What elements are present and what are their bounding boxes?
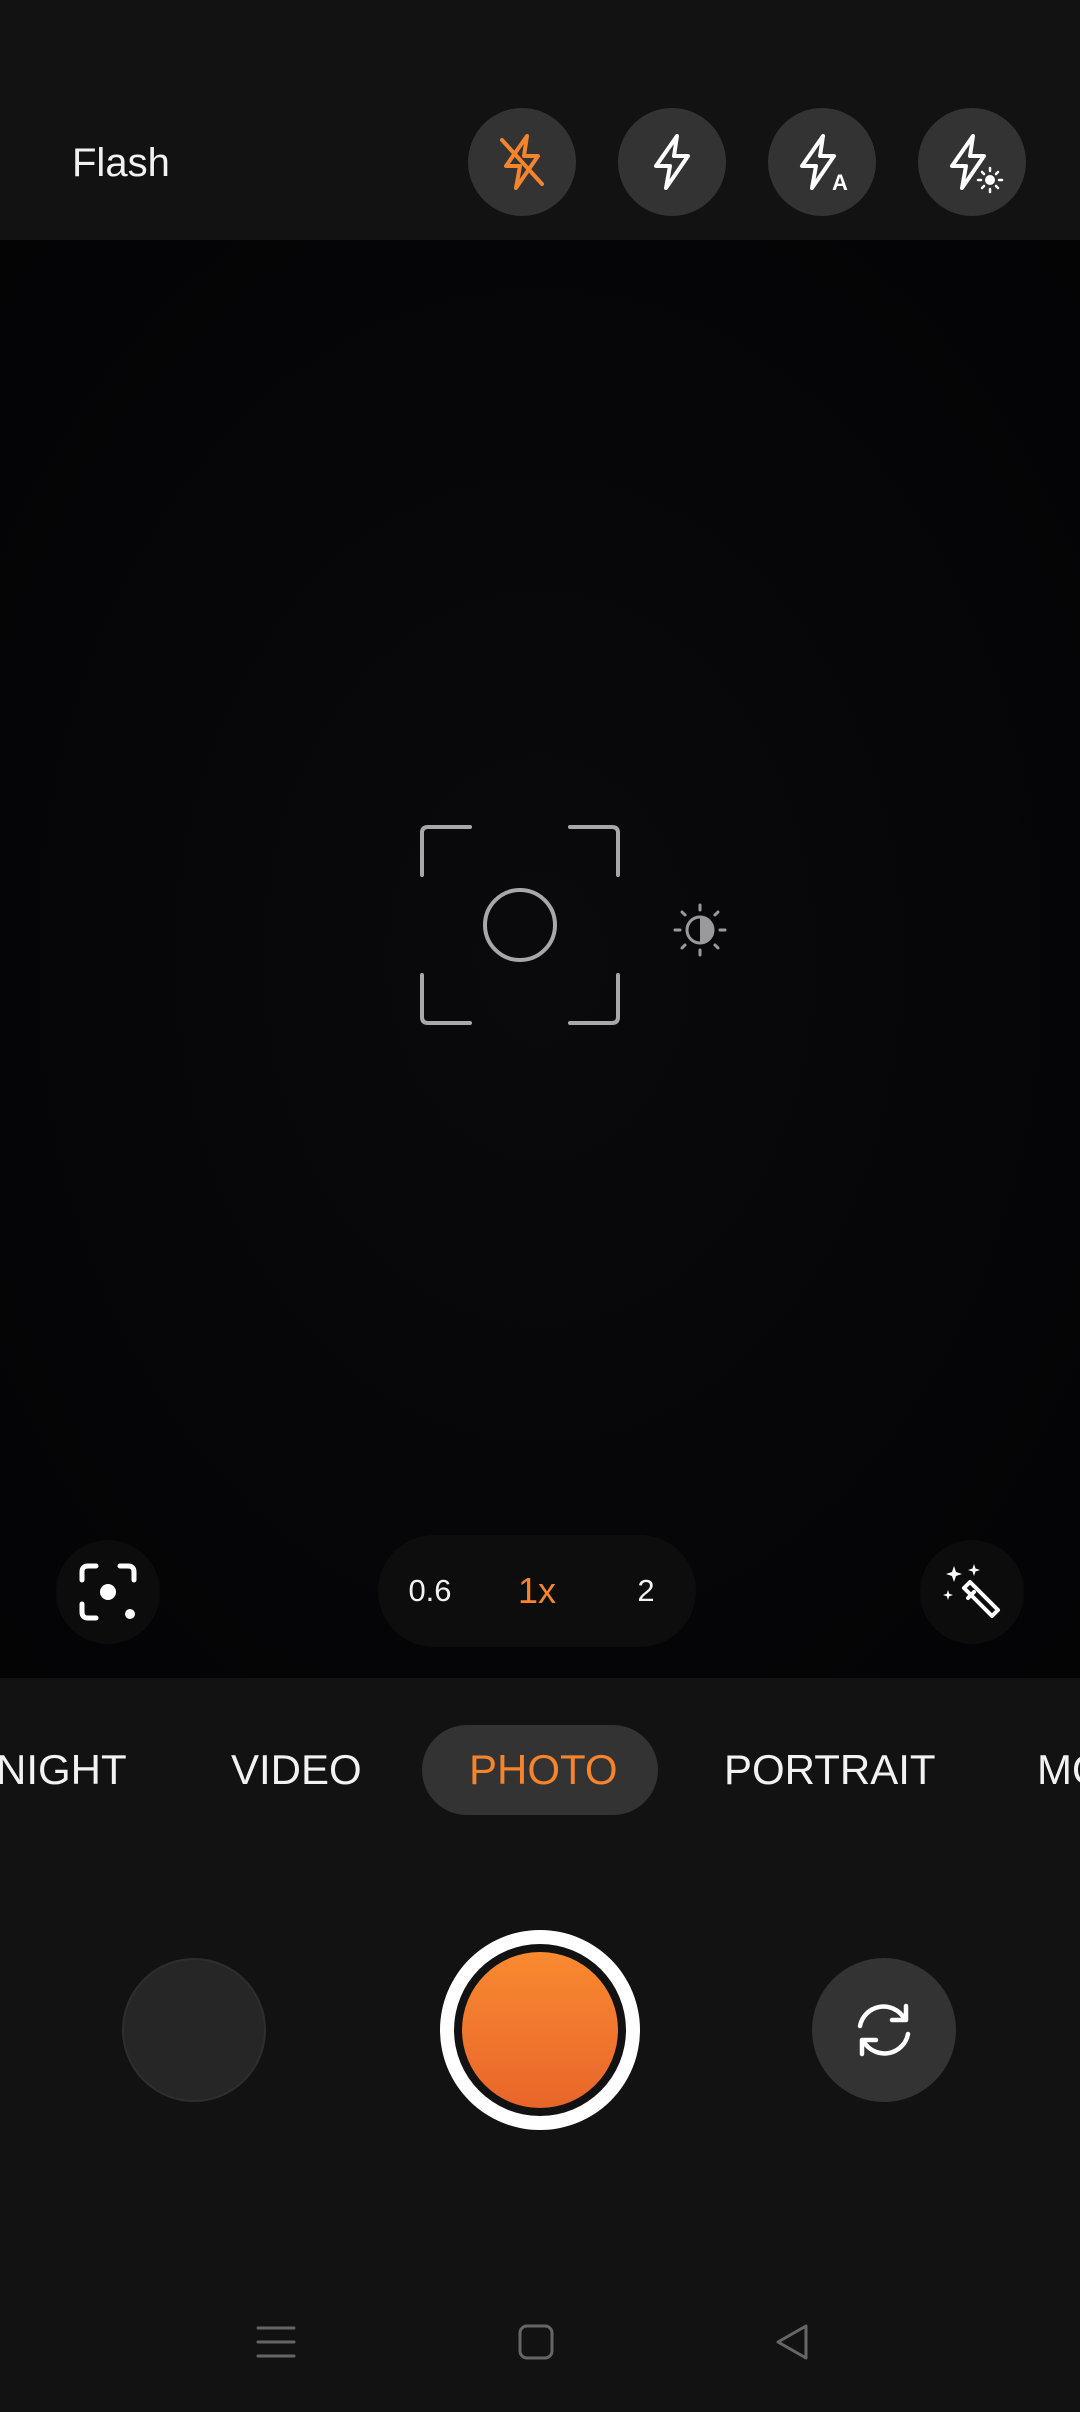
mode-photo[interactable]: PHOTO: [469, 1742, 618, 1798]
switch-camera-icon: [857, 2003, 911, 2057]
mode-portrait[interactable]: PORTRAIT: [724, 1742, 936, 1798]
flash-off-button[interactable]: [468, 108, 576, 216]
flash-on-button[interactable]: [618, 108, 726, 216]
zoom-option-1x[interactable]: 1x: [497, 1535, 577, 1647]
switch-camera-button[interactable]: [812, 1958, 956, 2102]
flash-auto-icon: A: [800, 134, 848, 194]
flash-bar: Flash A: [0, 0, 1080, 240]
flash-torch-icon: [950, 134, 1004, 194]
flash-auto-button[interactable]: A: [768, 108, 876, 216]
back-icon[interactable]: [772, 2322, 812, 2362]
flash-label: Flash: [72, 141, 170, 185]
shutter-button[interactable]: [440, 1930, 640, 2130]
flash-torch-button[interactable]: [918, 108, 1026, 216]
zoom-option-2[interactable]: 2: [606, 1535, 686, 1647]
home-icon[interactable]: [516, 2322, 556, 2362]
gallery-thumbnail[interactable]: [122, 1958, 266, 2102]
recents-icon[interactable]: [256, 2322, 296, 2362]
lens-focus-button[interactable]: [56, 1540, 160, 1644]
flash-on-icon: [654, 134, 690, 190]
zoom-selector: 0.6 1x 2: [378, 1535, 696, 1647]
shutter-core: [462, 1952, 618, 2108]
mode-video[interactable]: VIDEO: [231, 1742, 362, 1798]
shutter-ring: [454, 1944, 626, 2116]
magic-wand-icon: [943, 1564, 1000, 1618]
lens-focus-icon: [79, 1563, 137, 1621]
flash-auto-badge: A: [832, 170, 848, 194]
mode-more[interactable]: MO: [1037, 1742, 1080, 1798]
exposure-icon[interactable]: [672, 902, 728, 958]
magic-wand-button[interactable]: [920, 1540, 1024, 1644]
flash-off-icon: [500, 134, 544, 190]
zoom-option-0-6[interactable]: 0.6: [390, 1535, 470, 1647]
focus-frame-icon: [420, 825, 620, 1025]
mode-night[interactable]: NIGHT: [0, 1742, 127, 1798]
